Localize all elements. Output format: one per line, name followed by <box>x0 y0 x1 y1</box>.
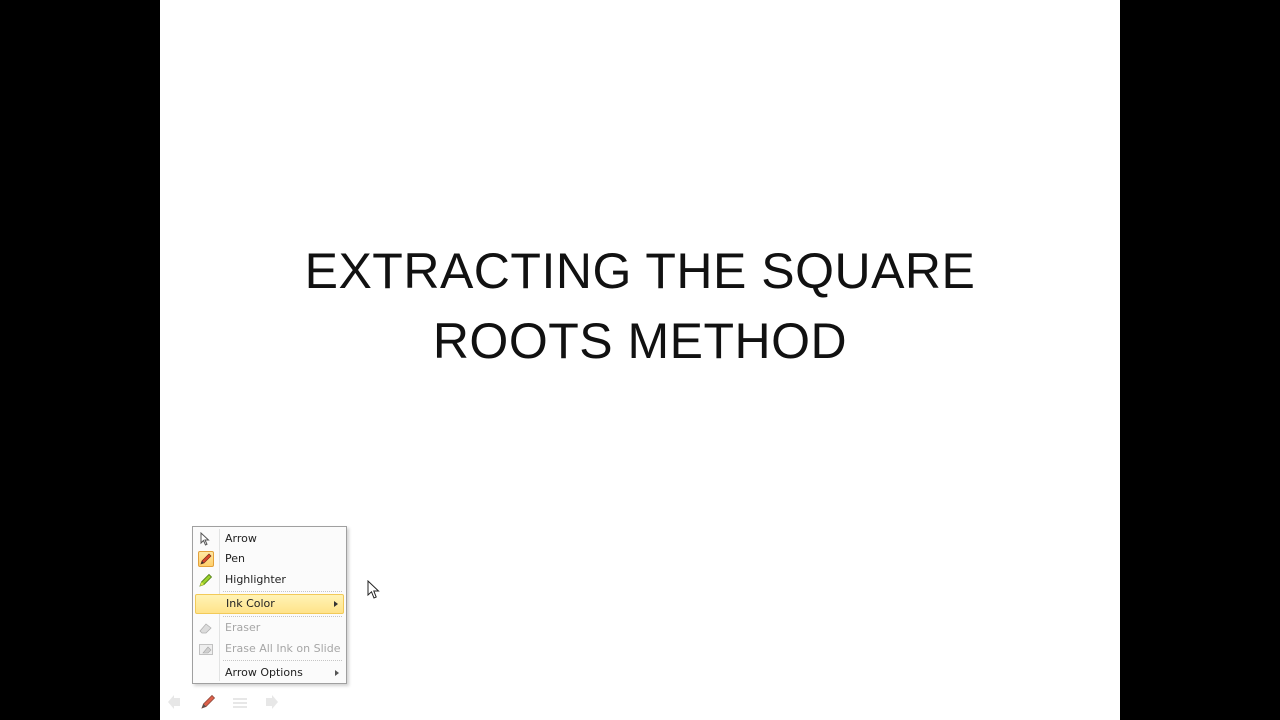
highlighter-icon <box>197 571 215 589</box>
menu-item-highlighter[interactable]: Highlighter <box>195 570 344 590</box>
menu-item-label: Eraser <box>225 621 261 634</box>
pointer-options-menu: Arrow Pen Highlighter Ink Color Eraser E… <box>192 526 347 684</box>
menu-item-ink-color[interactable]: Ink Color <box>195 594 344 614</box>
next-arrow-icon[interactable] <box>260 692 280 712</box>
menu-icon[interactable] <box>230 692 250 712</box>
menu-item-label: Erase All Ink on Slide <box>225 642 341 655</box>
menu-item-arrow-options[interactable]: Arrow Options <box>195 663 344 683</box>
slide-title-line-2: ROOTS METHOD <box>432 313 848 369</box>
erase-all-icon <box>197 640 215 658</box>
eraser-icon <box>197 619 215 637</box>
menu-item-erase-all-ink[interactable]: Erase All Ink on Slide <box>195 639 344 659</box>
pen-icon[interactable] <box>198 692 218 712</box>
submenu-arrow-icon <box>335 670 339 676</box>
menu-separator <box>223 591 342 592</box>
slide-title: EXTRACTING THE SQUARE ROOTS METHOD <box>160 236 1120 376</box>
menu-item-arrow[interactable]: Arrow <box>195 529 344 549</box>
mouse-cursor-icon <box>367 579 381 604</box>
menu-item-eraser[interactable]: Eraser <box>195 618 344 638</box>
menu-item-label: Pen <box>225 552 245 565</box>
slideshow-toolbar <box>166 692 286 712</box>
menu-item-label: Arrow <box>225 532 257 545</box>
previous-arrow-icon[interactable] <box>166 692 186 712</box>
menu-item-pen[interactable]: Pen <box>195 549 344 569</box>
menu-item-label: Highlighter <box>225 573 286 586</box>
slide-title-line-1: EXTRACTING THE SQUARE <box>304 243 976 299</box>
arrow-pointer-icon <box>197 530 215 548</box>
menu-item-label: Arrow Options <box>225 666 303 679</box>
pen-icon <box>197 550 215 568</box>
menu-separator <box>223 660 342 661</box>
menu-item-label: Ink Color <box>226 597 275 610</box>
menu-separator <box>223 616 342 617</box>
submenu-arrow-icon <box>334 601 338 607</box>
